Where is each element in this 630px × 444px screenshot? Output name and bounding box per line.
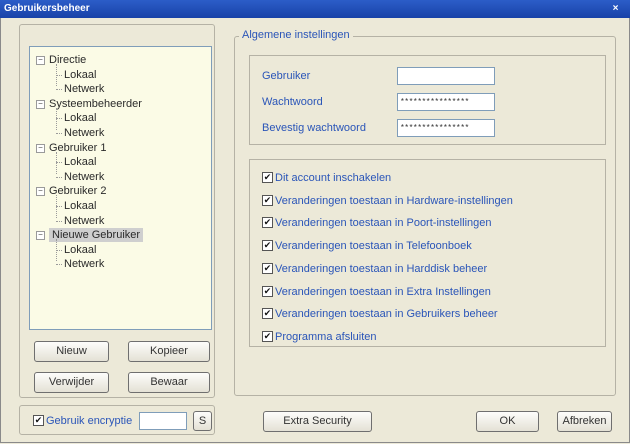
encryption-key-button[interactable]: S	[193, 411, 212, 431]
tree-node-label: Nieuwe Gebruiker	[49, 228, 144, 243]
tree-leaf-label: Netwerk	[64, 214, 105, 227]
use-encryption-label: Gebruik encryptie	[46, 415, 133, 427]
checkmark-icon[interactable]: ✔	[262, 262, 273, 274]
tree-leaf-label: Lokaal	[64, 112, 97, 125]
encryption-key-input[interactable]	[139, 412, 187, 430]
user-input[interactable]	[397, 67, 495, 85]
window-title: Gebruikersbeheer	[4, 3, 90, 14]
password-label: Wachtwoord	[262, 96, 323, 108]
tree-leaf-label: Netwerk	[64, 83, 105, 96]
checkmark-icon[interactable]: ✔	[33, 415, 44, 426]
new-button[interactable]: Nieuw	[34, 341, 109, 362]
permission-label: Veranderingen toestaan in Extra Instelli…	[275, 285, 491, 298]
minus-box-icon[interactable]: −	[36, 143, 45, 153]
checkmark-icon[interactable]: ✔	[262, 194, 273, 206]
cancel-button[interactable]: Afbreken	[557, 411, 612, 432]
permission-label: Veranderingen toestaan in Gebruikers beh…	[275, 308, 498, 321]
tree-connector	[56, 133, 62, 134]
tree-leaf-label: Lokaal	[64, 200, 97, 212]
tree-node-label: Directie	[49, 54, 87, 66]
extra-security-button[interactable]: Extra Security	[263, 411, 372, 432]
permission-label: Veranderingen toestaan in Harddisk behee…	[275, 262, 488, 275]
tree-connector	[56, 264, 62, 266]
save-button[interactable]: Bewaar	[128, 372, 210, 393]
tree-node-label: Gebruiker 2	[49, 185, 107, 198]
tree-leaf-label: Netwerk	[64, 170, 105, 183]
tree-connector	[56, 220, 62, 222]
tree-leaf-label: Lokaal	[64, 243, 97, 256]
password-input[interactable]	[397, 93, 495, 111]
delete-button[interactable]: Verwijder	[34, 372, 109, 393]
minus-box-icon[interactable]: −	[36, 231, 45, 241]
title-bar: Gebruikersbeheer ×	[0, 0, 630, 18]
user-tree[interactable]: − Directie Lokaal Netwerk − Systeembeheerder L…	[29, 46, 212, 330]
tree-connector	[56, 118, 62, 120]
permission-label: Veranderingen toestaan in Telefoonboek	[275, 240, 472, 253]
copy-button[interactable]: Kopieer	[128, 341, 210, 362]
close-icon[interactable]: ×	[611, 4, 620, 14]
tree-leaf-label: Netwerk	[64, 258, 105, 271]
tree-leaf-label: Lokaal	[64, 68, 97, 81]
checkmark-icon[interactable]: ✔	[262, 172, 273, 183]
tree-node-label: Systeembeheerder	[49, 97, 142, 110]
tree-leaf-label: Netwerk	[64, 127, 105, 139]
ok-button[interactable]: OK	[476, 411, 539, 432]
user-label: Gebruiker	[262, 70, 311, 82]
permission-label: Programma afsluiten	[275, 330, 377, 343]
general-settings-legend: Algemene instellingen	[239, 29, 353, 41]
confirm-password-label: Bevestig wachtwoord	[262, 122, 366, 134]
tree-connector	[56, 249, 62, 251]
checkmark-icon[interactable]: ✔	[262, 330, 273, 342]
tree-connector	[56, 74, 62, 76]
minus-box-icon[interactable]: −	[36, 56, 45, 65]
minus-box-icon[interactable]: −	[36, 187, 45, 197]
tree-leaf-label: Lokaal	[64, 156, 97, 169]
permission-label: Dit account inschakelen	[275, 172, 392, 184]
tree-connector	[56, 176, 62, 178]
confirm-password-input[interactable]	[397, 119, 495, 137]
minus-box-icon[interactable]: −	[36, 99, 45, 109]
tree-connector	[56, 89, 62, 91]
permission-label: Veranderingen toestaan in Poort-instelli…	[275, 217, 492, 230]
checkmark-icon[interactable]: ✔	[262, 240, 273, 252]
permission-label: Veranderingen toestaan in Hardware-inste…	[275, 194, 513, 207]
checkmark-icon[interactable]: ✔	[262, 285, 273, 297]
checkmark-icon[interactable]: ✔	[262, 217, 273, 229]
tree-node-label: Gebruiker 1	[49, 141, 107, 154]
tree-connector	[56, 162, 62, 164]
checkmark-icon[interactable]: ✔	[262, 308, 273, 320]
tree-connector	[56, 206, 62, 207]
